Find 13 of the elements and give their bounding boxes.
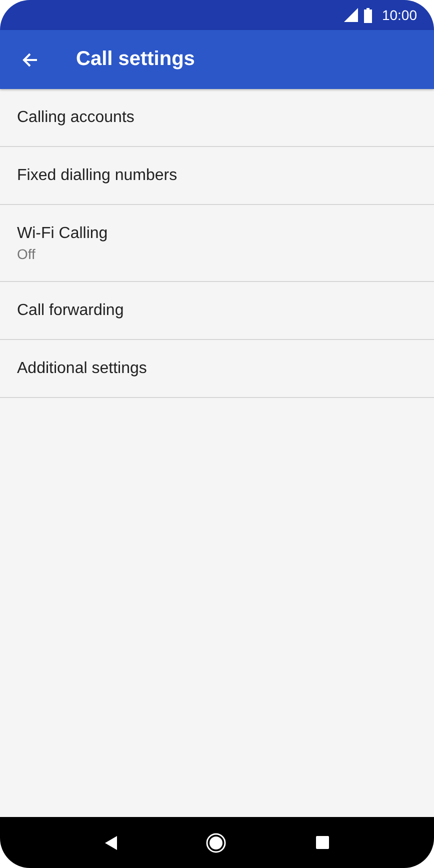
settings-item[interactable]: Calling accounts <box>0 89 434 147</box>
screen-title: Call settings <box>76 48 195 71</box>
settings-item[interactable]: Fixed dialling numbers <box>0 147 434 205</box>
home-icon[interactable] <box>206 832 226 852</box>
battery-icon <box>364 8 372 22</box>
back-icon[interactable] <box>104 836 117 850</box>
settings-item[interactable]: Wi-Fi Calling Off <box>0 205 434 282</box>
settings-item[interactable]: Call forwarding <box>0 282 434 340</box>
settings-item[interactable]: Additional settings <box>0 340 434 398</box>
signal-icon <box>344 8 358 22</box>
back-arrow-icon[interactable] <box>22 52 38 68</box>
recents-icon[interactable] <box>316 836 330 849</box>
status-time: 10:00 <box>382 7 417 23</box>
